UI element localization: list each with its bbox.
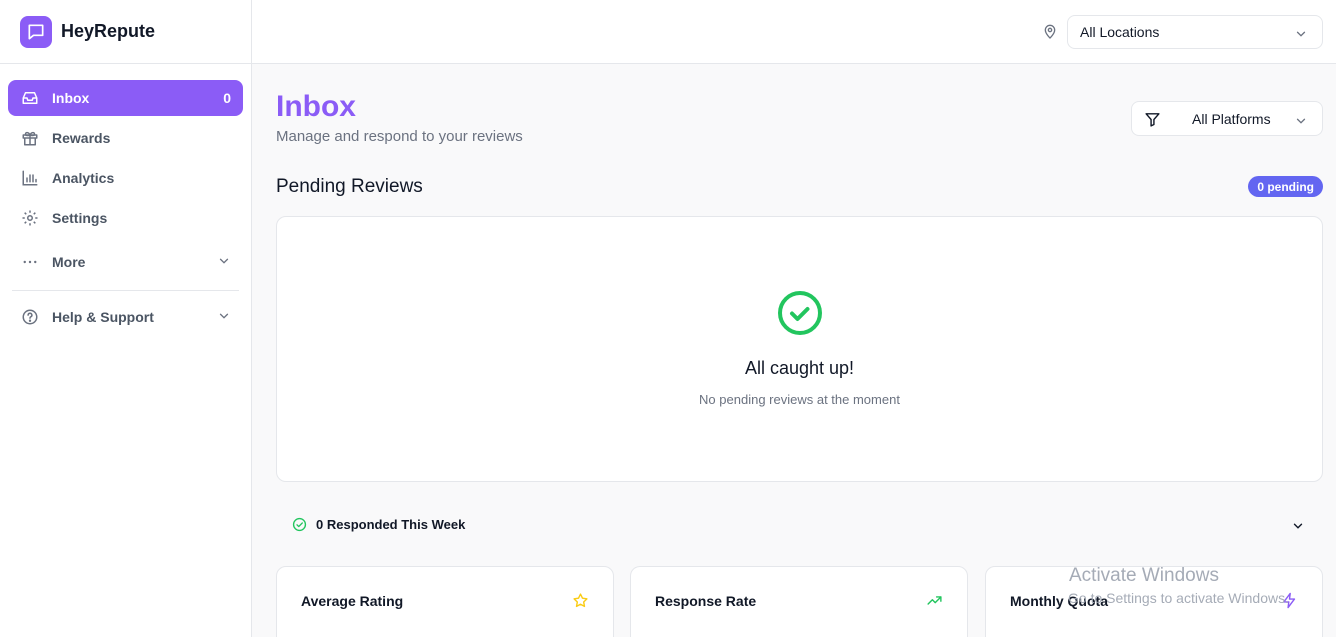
platform-select[interactable]: All Platforms	[1131, 101, 1323, 136]
chevron-down-icon	[217, 309, 231, 326]
chevron-down-icon	[1294, 114, 1308, 131]
check-circle-icon	[777, 290, 823, 341]
sidebar-nav: Inbox 0 Rewards Analytics Settings More …	[0, 64, 251, 335]
sidebar-item-label: Help & Support	[52, 309, 154, 325]
map-pin-icon	[1042, 23, 1058, 46]
sidebar-item-label: Analytics	[52, 170, 115, 186]
check-circle-icon	[292, 517, 307, 537]
stat-title: Monthly Quota	[1010, 593, 1108, 609]
main-content: Inbox Manage and respond to your reviews…	[252, 64, 1336, 637]
star-icon	[572, 592, 589, 614]
page-title: Inbox	[276, 90, 356, 123]
filter-icon	[1144, 111, 1161, 131]
trending-up-icon	[926, 592, 943, 614]
brand[interactable]: HeyRepute	[0, 0, 251, 64]
topbar: All Locations	[252, 0, 1336, 64]
stat-title: Average Rating	[301, 593, 404, 609]
stat-card-monthly-quota: Monthly Quota	[985, 566, 1323, 637]
sidebar: HeyRepute Inbox 0 Rewards Analytics Sett…	[0, 0, 252, 637]
inbox-count-badge: 0	[223, 90, 231, 106]
stat-card-average-rating: Average Rating	[276, 566, 614, 637]
empty-state-subtitle: No pending reviews at the moment	[699, 392, 900, 407]
sidebar-item-label: More	[52, 254, 86, 270]
chat-bubble-icon	[20, 15, 52, 48]
empty-state-title: All caught up!	[744, 358, 855, 378]
location-select[interactable]: All Locations	[1067, 15, 1323, 49]
help-circle-icon	[20, 307, 40, 327]
sidebar-item-help[interactable]: Help & Support	[8, 299, 243, 335]
sidebar-item-more[interactable]: More	[8, 244, 243, 280]
sidebar-item-analytics[interactable]: Analytics	[8, 160, 243, 196]
sidebar-divider	[12, 290, 239, 291]
chevron-down-icon	[1294, 27, 1308, 44]
stat-title: Response Rate	[655, 593, 757, 609]
sidebar-item-label: Rewards	[52, 130, 111, 146]
location-select-value: All Locations	[1080, 24, 1160, 40]
stat-card-response-rate: Response Rate	[630, 566, 968, 637]
gift-icon	[20, 128, 40, 148]
platform-select-value: All Platforms	[1192, 111, 1271, 127]
chevron-down-icon	[1291, 519, 1305, 538]
responded-count-label: 0 Responded This Week	[316, 517, 466, 532]
sidebar-item-inbox[interactable]: Inbox 0	[8, 80, 243, 116]
more-dots-icon	[20, 252, 40, 272]
page-subtitle: Manage and respond to your reviews	[276, 128, 523, 145]
sidebar-item-settings[interactable]: Settings	[8, 200, 243, 236]
bar-chart-icon	[20, 168, 40, 188]
pending-reviews-card: All caught up! No pending reviews at the…	[276, 216, 1323, 482]
sidebar-item-rewards[interactable]: Rewards	[8, 120, 243, 156]
gear-icon	[20, 208, 40, 228]
responded-this-week-toggle[interactable]: 0 Responded This Week	[276, 504, 1323, 544]
section-title: Pending Reviews	[276, 176, 423, 197]
app-name: HeyRepute	[61, 21, 156, 41]
lightning-icon	[1281, 592, 1298, 614]
chevron-down-icon	[217, 254, 231, 271]
sidebar-item-label: Settings	[52, 210, 108, 226]
sidebar-item-label: Inbox	[52, 90, 90, 106]
pending-count-badge: 0 pending	[1248, 176, 1323, 197]
inbox-icon	[20, 88, 40, 108]
